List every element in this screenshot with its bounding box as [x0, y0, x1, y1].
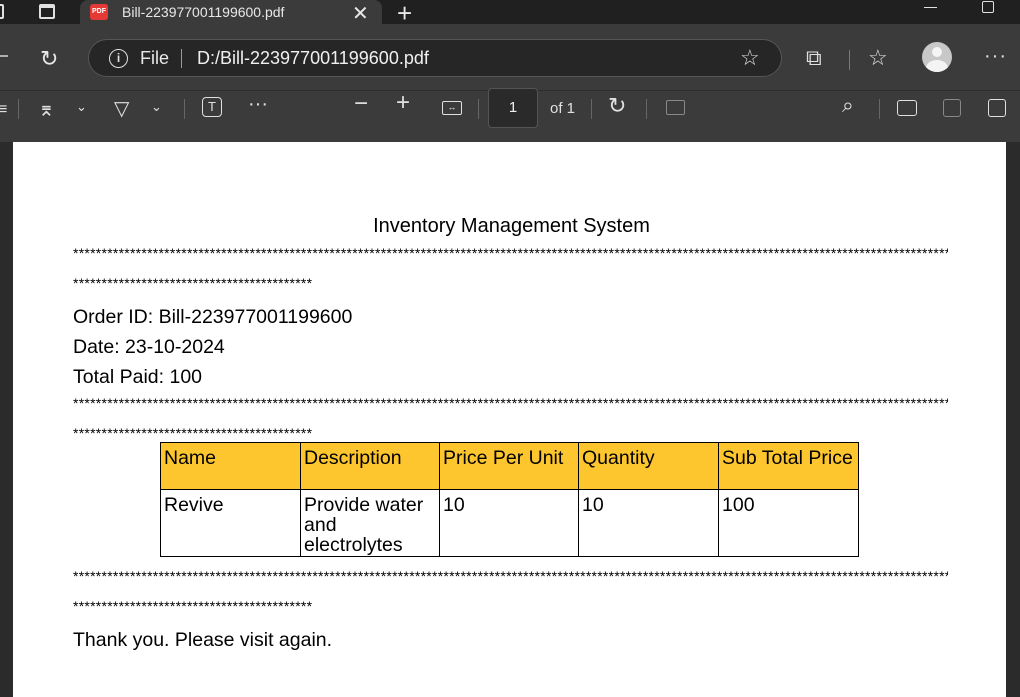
maximize-icon[interactable] — [982, 1, 994, 13]
column-header: Quantity — [578, 442, 719, 490]
thank-you-message: Thank you. Please visit again. — [73, 629, 333, 651]
table-cell: 10 — [578, 489, 719, 557]
info-icon[interactable]: i — [109, 49, 128, 68]
total-paid: Total Paid: 100 — [73, 366, 203, 388]
toolbar-divider — [478, 99, 479, 119]
separator-stars: ****************************************… — [73, 395, 948, 411]
save-as-icon[interactable] — [988, 99, 1006, 117]
pdf-file-icon: PDF — [90, 4, 108, 20]
document-title: Inventory Management System — [373, 215, 650, 237]
pdf-page: Inventory Management System ************… — [13, 142, 1006, 697]
sidebar-toggle-icon[interactable] — [0, 4, 4, 19]
draw-icon[interactable]: ▽ — [114, 96, 129, 121]
chevron-down-icon[interactable]: ⌄ — [151, 99, 162, 115]
favorite-star-icon[interactable]: ☆ — [740, 45, 760, 71]
items-table: Name Description Price Per Unit Quantity… — [160, 442, 859, 557]
column-header: Description — [300, 442, 440, 490]
pdf-toolbar: ≡ ⌆ ⌄ ▽ ⌄ T ··· − + ↔ 1 of 1 ↻ ⌕ — [0, 88, 1020, 142]
table-row: Revive Provide water and electrolytes 10… — [160, 489, 859, 557]
toolbar-divider — [646, 99, 647, 119]
tab-actions-icon[interactable] — [39, 4, 55, 19]
reload-icon[interactable]: ↻ — [40, 46, 64, 71]
toolbar-divider — [879, 99, 880, 119]
separator-stars: ****************************************… — [73, 425, 313, 441]
fit-width-icon[interactable]: ↔ — [442, 101, 462, 115]
pdf-viewer[interactable]: Inventory Management System ************… — [0, 142, 1020, 697]
save-icon[interactable] — [943, 99, 961, 117]
toolbar-divider — [184, 99, 185, 119]
page-total-label: of 1 — [550, 100, 576, 117]
toolbar-divider — [18, 99, 19, 119]
more-icon[interactable]: ··· — [984, 45, 1007, 68]
column-header: Name — [160, 442, 301, 490]
tab-title: Bill-223977001199600.pdf — [122, 4, 285, 20]
separator-stars: ****************************************… — [73, 245, 948, 261]
order-date: Date: 23-10-2024 — [73, 336, 225, 358]
highlight-icon[interactable]: ⌆ — [38, 97, 55, 122]
more-tools-icon[interactable]: ··· — [248, 93, 268, 116]
extensions-icon[interactable]: ⧉ — [806, 45, 822, 71]
separator-stars: ****************************************… — [73, 598, 313, 614]
avatar[interactable] — [922, 42, 952, 72]
table-cell: Provide water and electrolytes — [300, 489, 440, 557]
chevron-down-icon[interactable]: ⌄ — [76, 99, 87, 115]
table-cell: 100 — [718, 489, 859, 557]
url-text[interactable]: D:/Bill-223977001199600.pdf — [197, 48, 429, 69]
table-header-row: Name Description Price Per Unit Quantity… — [160, 442, 859, 490]
column-header: Price Per Unit — [439, 442, 579, 490]
print-icon[interactable] — [897, 100, 917, 116]
column-header: Sub Total Price — [718, 442, 859, 490]
search-icon[interactable]: ⌕ — [842, 94, 854, 118]
tab-active[interactable]: PDF Bill-223977001199600.pdf ✕ — [80, 0, 382, 26]
text-box-icon[interactable]: T — [202, 97, 222, 117]
page-number-input[interactable]: 1 — [488, 88, 538, 128]
tab-strip: PDF Bill-223977001199600.pdf ✕ + — [0, 0, 1020, 28]
table-cell: Revive — [160, 489, 301, 557]
separator-stars: ****************************************… — [73, 568, 948, 584]
back-arrow-icon[interactable] — [0, 55, 8, 57]
toolbar-divider — [849, 50, 850, 70]
table-cell: 10 — [439, 489, 579, 557]
toolbar-divider — [591, 99, 592, 119]
minimize-icon[interactable] — [924, 7, 937, 8]
rotate-icon[interactable]: ↻ — [608, 93, 626, 119]
scheme-label: File — [140, 48, 170, 68]
address-bar[interactable]: i File D:/Bill-223977001199600.pdf ☆ — [88, 39, 782, 77]
order-id: Order ID: Bill-223977001199600 — [73, 306, 353, 328]
favorites-icon[interactable]: ☆ — [868, 45, 888, 71]
contents-icon[interactable]: ≡ — [0, 101, 7, 119]
address-bar-row: ↻ i File D:/Bill-223977001199600.pdf ☆ ⧉… — [0, 24, 1020, 90]
zoom-out-icon[interactable]: − — [354, 90, 368, 118]
zoom-in-icon[interactable]: + — [396, 89, 410, 117]
close-icon[interactable]: ✕ — [352, 1, 369, 26]
page-view-icon[interactable] — [666, 100, 685, 115]
separator-stars: ****************************************… — [73, 275, 313, 291]
omnibox-divider — [181, 49, 182, 68]
